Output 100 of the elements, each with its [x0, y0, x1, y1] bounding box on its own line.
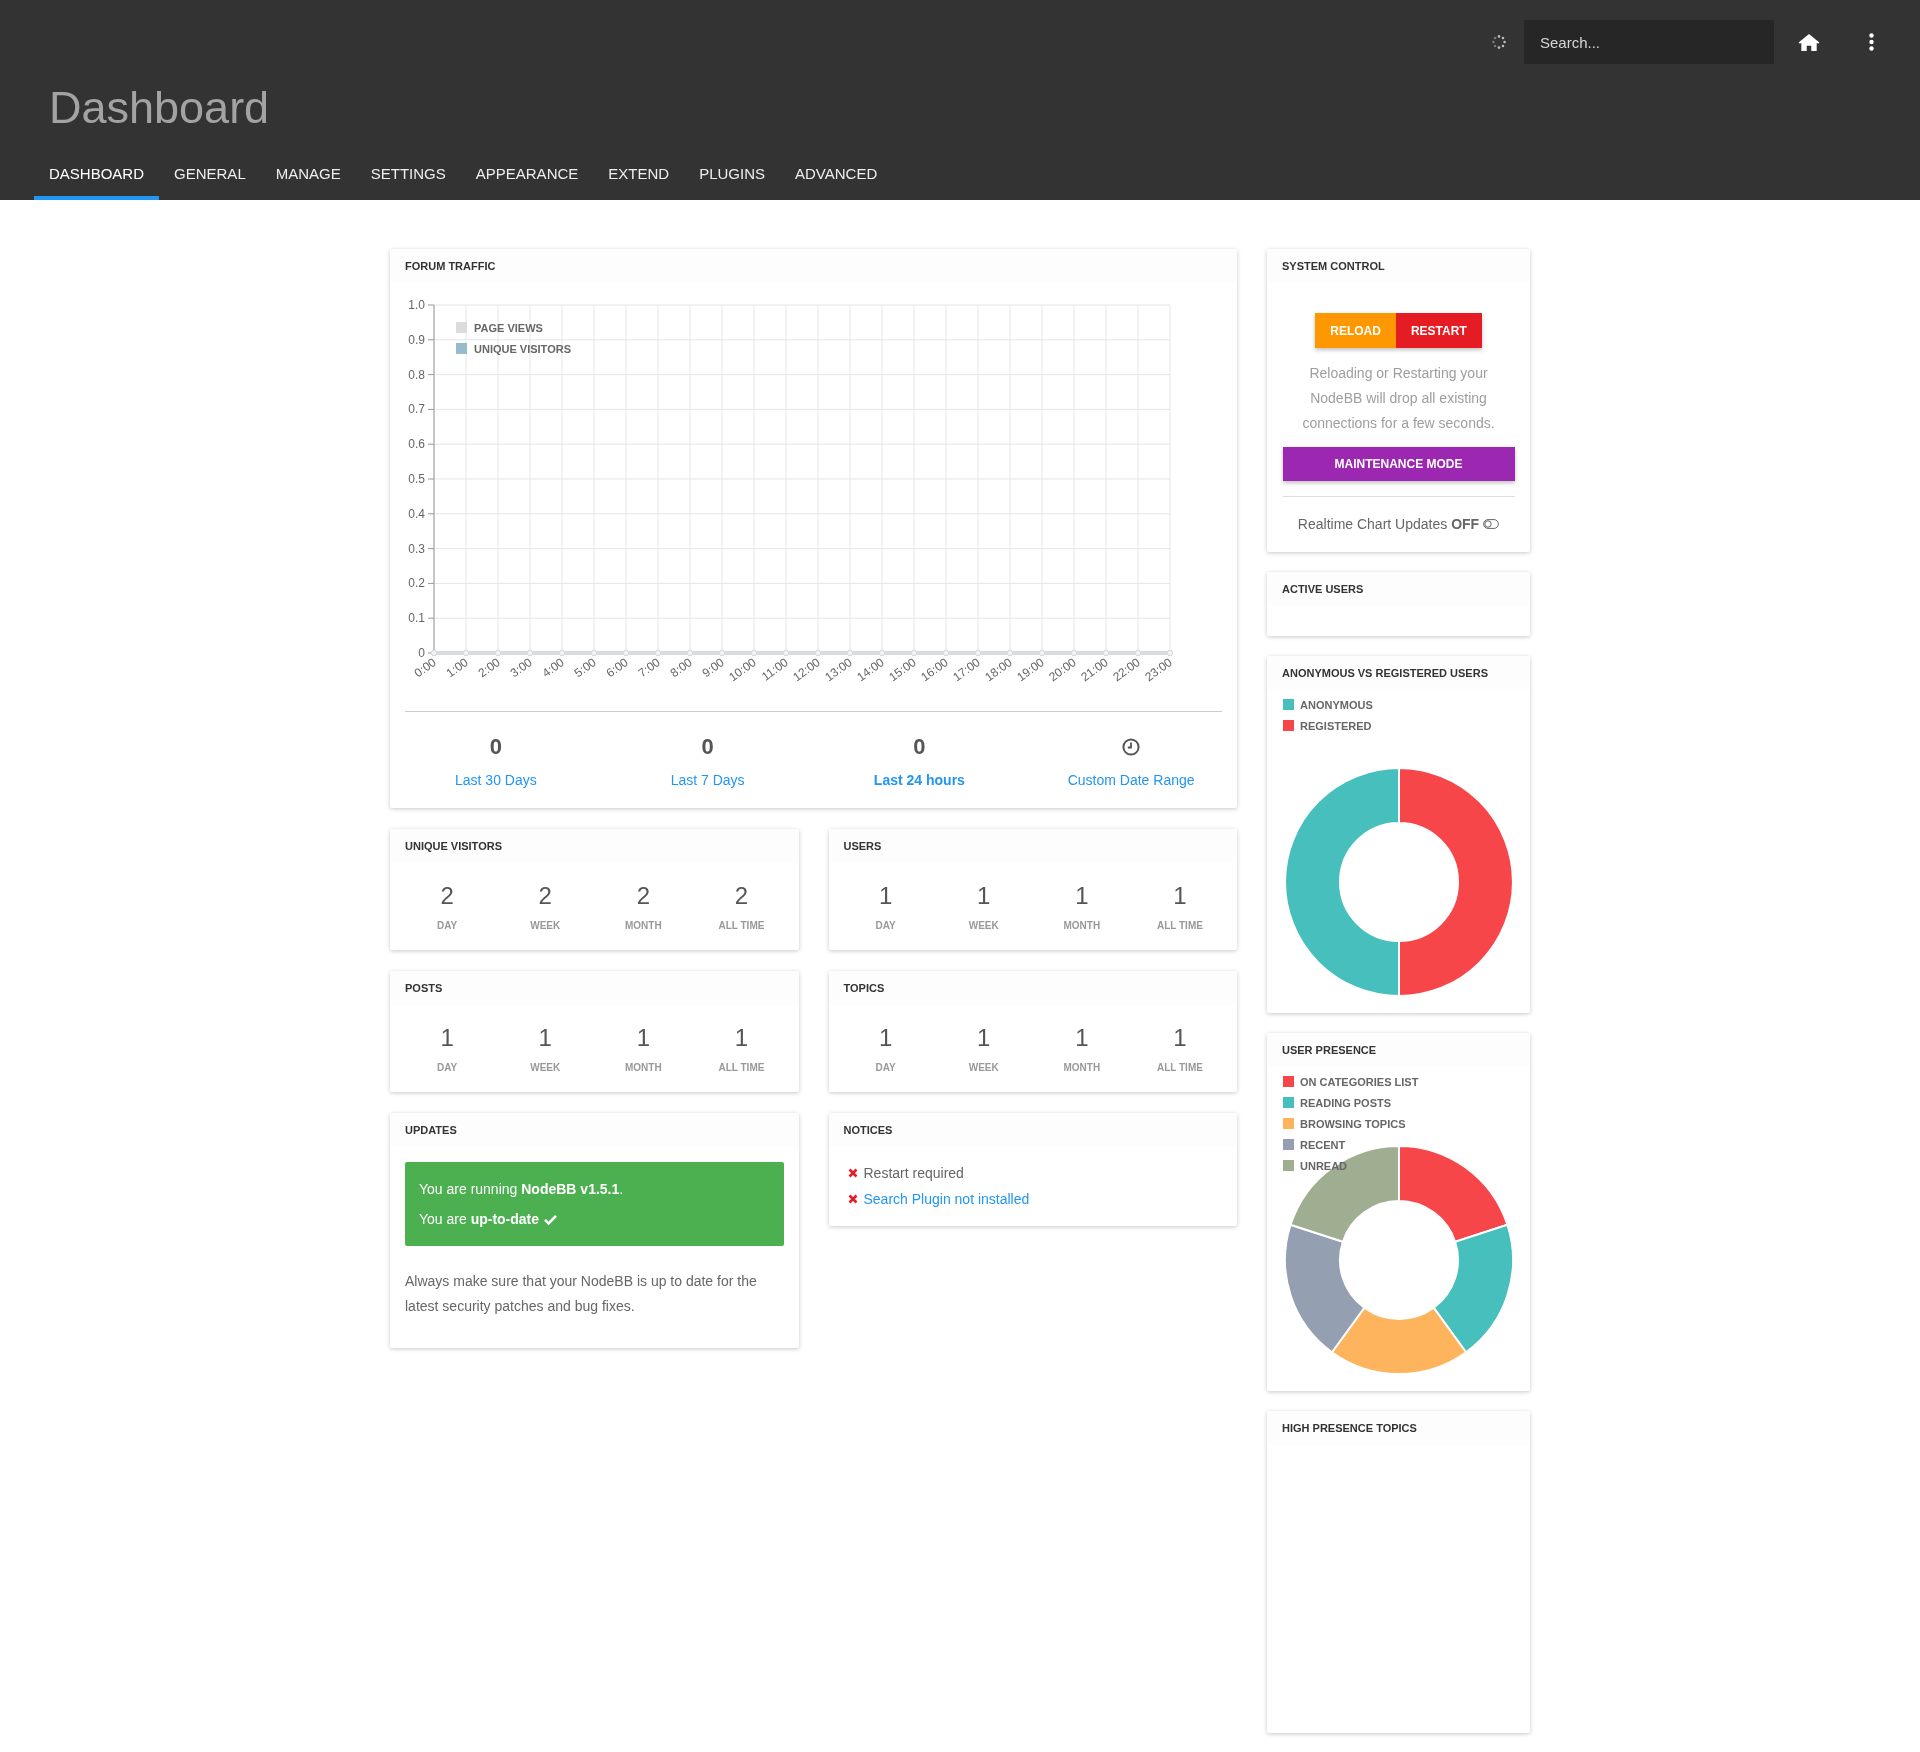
axis-label: 0.4 — [408, 506, 425, 521]
axis-label: 0.8 — [408, 367, 425, 382]
status-text: You are up-to-date — [419, 1210, 540, 1229]
x-mark-icon — [847, 1194, 858, 1204]
stat-value: 1 — [1173, 1024, 1187, 1052]
home-button[interactable] — [1798, 31, 1820, 53]
stat-value: 1 — [1075, 1024, 1089, 1052]
card-title: ANONYMOUS VS REGISTERED USERS — [1282, 666, 1488, 680]
stat-label: WEEK — [530, 1062, 561, 1074]
toggle-icon[interactable] — [1483, 519, 1500, 529]
legend-label: PAGE VIEWS — [474, 322, 543, 334]
legend-label: ANONYMOUS — [1300, 697, 1373, 712]
axis-label: 9:00 — [699, 655, 727, 681]
legend-label: BROWSING TOPICS — [1300, 1116, 1406, 1131]
card-title: UPDATES — [405, 1123, 457, 1137]
status-text: You are running NodeBB v1.5.1. — [419, 1180, 624, 1199]
nav-tab[interactable]: APPEARANCE — [460, 148, 594, 200]
data-point — [430, 649, 438, 657]
axis-label: 2:00 — [475, 655, 503, 681]
legend-label: UNIQUE VISITORS — [474, 343, 571, 355]
stat-label: DAY — [436, 920, 458, 932]
stat-value: 1 — [538, 1024, 552, 1052]
stat-label: DAY — [875, 1062, 896, 1074]
stat-value: 2 — [538, 882, 552, 910]
stat-label: ALL TIME — [1156, 920, 1203, 932]
card-title: HIGH PRESENCE TOPICS — [1282, 1421, 1417, 1435]
stat-label: WEEK — [968, 920, 999, 932]
x-mark-icon — [847, 1168, 858, 1178]
stat-value: 1 — [636, 1024, 650, 1052]
card-title: UNIQUE VISITORS — [405, 839, 502, 853]
nav-tab[interactable]: GENERAL — [159, 148, 261, 200]
stat-label: WEEK — [530, 920, 561, 932]
card-title: SYSTEM CONTROL — [1282, 259, 1385, 273]
nav-tab[interactable]: DASHBOARD — [34, 148, 160, 200]
axis-label: 7:00 — [635, 655, 663, 681]
stat-value: 1 — [1075, 882, 1089, 910]
spinner-icon — [1492, 35, 1506, 49]
card-title: USERS — [843, 839, 882, 853]
axis-label: 0.2 — [408, 576, 425, 591]
card-title: FORUM TRAFFIC — [405, 259, 496, 273]
nav-tab[interactable]: PLUGINS — [684, 148, 780, 200]
stat-value: 1 — [878, 1024, 893, 1052]
stat-value: 1 — [1173, 882, 1187, 910]
stat-label: ALL TIME — [718, 920, 765, 932]
axis-label: 4:00 — [539, 655, 567, 681]
legend-label: RECENT — [1300, 1137, 1346, 1152]
card-title: USER PRESENCE — [1282, 1043, 1377, 1057]
nav-tab[interactable]: EXTEND — [593, 148, 685, 200]
realtime-label: Realtime Chart Updates OFF — [1297, 515, 1480, 534]
axis-label: 1.0 — [408, 298, 425, 312]
stat-label: MONTH — [1063, 920, 1101, 932]
stat-value: 2 — [734, 882, 749, 910]
axis-label: 8:00 — [667, 655, 695, 681]
stat-label: ALL TIME — [1156, 1062, 1203, 1074]
stat-label: ALL TIME — [718, 1062, 765, 1074]
stat-value: 1 — [734, 1024, 749, 1052]
restart-button[interactable]: RESTART — [1395, 313, 1482, 348]
card-title: TOPICS — [843, 981, 885, 995]
nav-tab[interactable]: ADVANCED — [780, 148, 893, 200]
axis-label: 3:00 — [507, 655, 535, 681]
stat-value: 1 — [977, 882, 991, 910]
axis-label: 0 — [418, 646, 425, 660]
search-field[interactable]: Search... — [1524, 20, 1774, 64]
stat-label: MONTH — [1063, 1062, 1101, 1074]
range-count: 0 — [701, 734, 714, 760]
nav-tab[interactable]: MANAGE — [260, 148, 356, 200]
stat-value: 2 — [440, 882, 454, 910]
legend-label: ON CATEGORIES LIST — [1300, 1074, 1419, 1089]
legend-label: READING POSTS — [1300, 1095, 1392, 1110]
stat-label: MONTH — [624, 920, 662, 932]
more-button[interactable] — [1867, 31, 1875, 53]
axis-label: 0.9 — [408, 332, 425, 347]
axis-label: 5:00 — [571, 655, 599, 681]
clock-icon — [1122, 738, 1141, 756]
stat-label: DAY — [436, 1062, 458, 1074]
home-icon — [1798, 32, 1820, 52]
axis-label: 0.7 — [408, 402, 425, 417]
stat-value: 2 — [636, 882, 650, 910]
maintenance-mode-button[interactable]: MAINTENANCE MODE — [1282, 447, 1515, 481]
vertical-dots-icon — [1868, 33, 1874, 51]
axis-label: 0.5 — [408, 472, 425, 486]
page-title: Dashboard — [49, 85, 270, 130]
range-count: 0 — [489, 734, 502, 760]
stat-value: 1 — [878, 882, 893, 910]
check-icon — [544, 1213, 558, 1225]
card-title: NOTICES — [843, 1123, 893, 1137]
nav-tab[interactable]: SETTINGS — [355, 148, 461, 200]
stat-label: DAY — [875, 920, 896, 932]
axis-label: 0.6 — [408, 437, 425, 452]
update-note: Always make sure that your NodeBB is up to date for the latest security patches and bug fixes. — [405, 1272, 758, 1316]
axis-label: 1:00 — [443, 655, 471, 681]
stat-value: 1 — [440, 1024, 454, 1052]
axis-label: 0.3 — [408, 541, 425, 556]
stat-label: MONTH — [624, 1062, 662, 1074]
system-note: Reloading or Restarting your NodeBB will drop all existing connections for a few seconds. — [1301, 364, 1496, 433]
stat-value: 1 — [977, 1024, 991, 1052]
axis-label: 6:00 — [603, 655, 631, 681]
stat-label: WEEK — [968, 1062, 999, 1074]
legend-label: REGISTERED — [1300, 718, 1372, 733]
card-title: ACTIVE USERS — [1282, 582, 1364, 596]
